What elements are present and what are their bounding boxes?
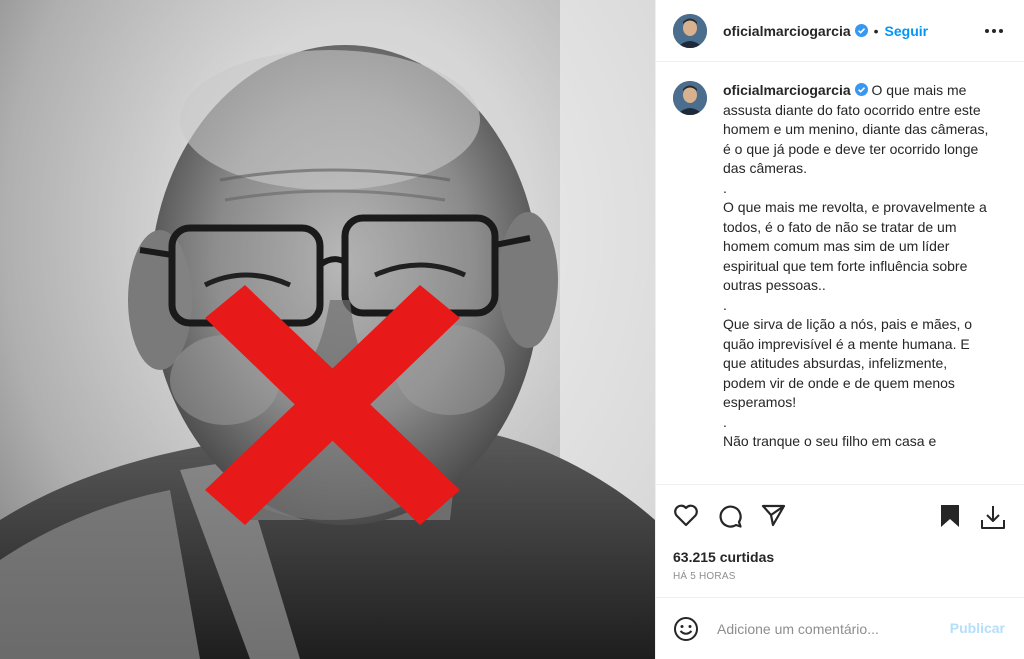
post-side-panel: oficialmarciogarcia • Seguir oficialmarc… (655, 0, 1024, 659)
caption-paragraph: Não tranque o seu filho em casa e (723, 433, 937, 449)
caption-avatar[interactable] (673, 81, 707, 115)
caption-area: oficialmarciogarcia O que mais me assust… (656, 63, 1024, 483)
action-bar (656, 484, 1024, 548)
comment-input[interactable] (717, 620, 927, 637)
caption-paragraph: Que sirva de lição a nós, pais e mães, o… (723, 316, 973, 410)
caption-paragraph: . (723, 179, 727, 196)
caption-text: oficialmarciogarcia O que mais me assust… (723, 81, 993, 452)
post-header: oficialmarciogarcia • Seguir (656, 0, 1024, 62)
caption-username[interactable]: oficialmarciogarcia (723, 82, 851, 98)
caption-paragraph: O que mais me revolta, e provavelmente a… (723, 199, 987, 293)
share-icon[interactable] (761, 503, 787, 527)
avatar[interactable] (673, 13, 707, 48)
avatar-icon (673, 13, 707, 48)
comment-icon[interactable] (717, 503, 743, 529)
caption-paragraph: . (723, 296, 727, 313)
avatar-icon (673, 81, 707, 115)
emoji-icon[interactable] (673, 616, 699, 642)
caption-paragraph: . (723, 413, 727, 430)
publish-button[interactable]: Publicar (950, 620, 1005, 636)
post-timestamp[interactable]: HÁ 5 HORAS (673, 571, 736, 582)
caption-paragraph: oficialmarciogarcia O que mais me assust… (723, 81, 993, 179)
header-separator: • (873, 22, 879, 39)
post-photo-illustration (0, 0, 655, 659)
more-options-icon[interactable] (983, 23, 1005, 39)
header-username[interactable]: oficialmarciogarcia (723, 23, 851, 39)
comment-box: Publicar (656, 597, 1024, 659)
verified-badge-icon (854, 24, 868, 37)
follow-button[interactable]: Seguir (885, 23, 929, 39)
likes-count[interactable]: 63.215 curtidas (673, 549, 774, 565)
post-image[interactable] (0, 0, 655, 659)
heart-icon[interactable] (673, 503, 699, 527)
download-icon[interactable] (979, 503, 1007, 531)
verified-badge-icon (854, 83, 868, 96)
bookmark-icon[interactable] (938, 503, 962, 529)
